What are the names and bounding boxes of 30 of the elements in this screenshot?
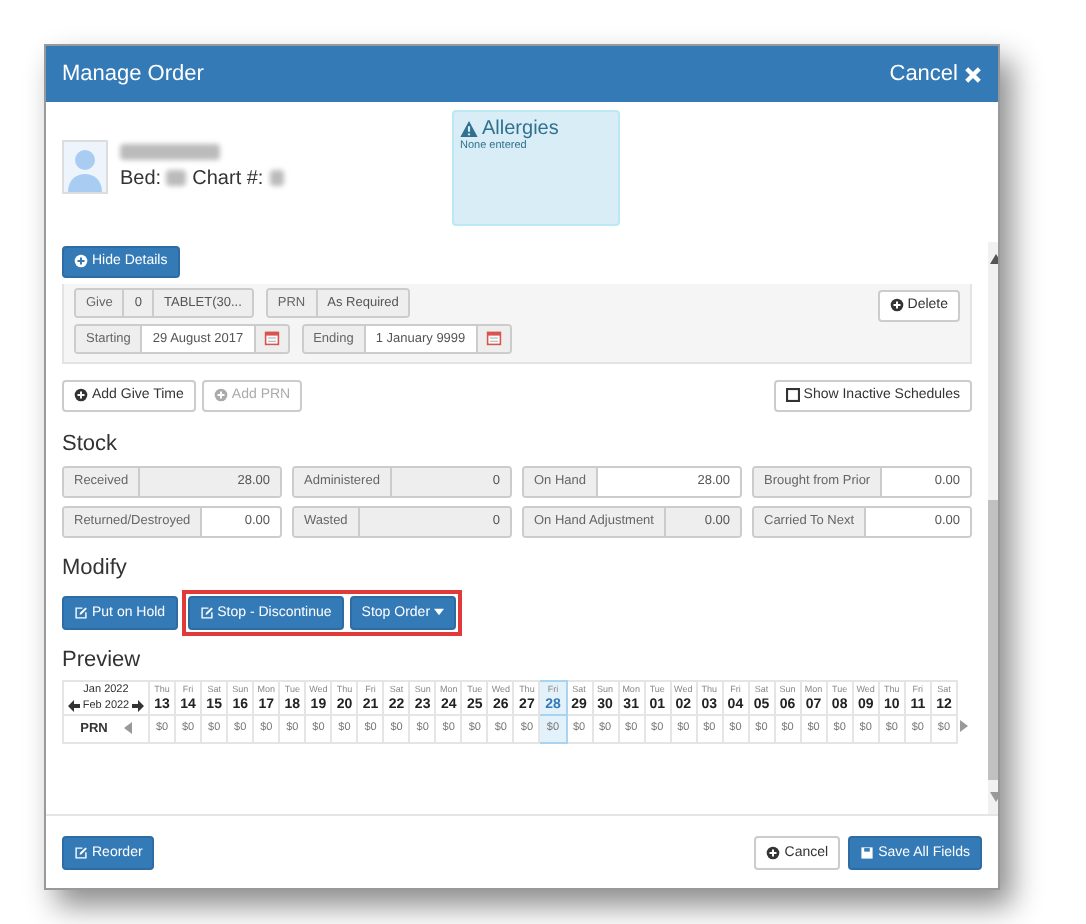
dialog-title: Manage Order: [62, 62, 204, 86]
calendar-icon: [263, 330, 280, 346]
save-icon: [860, 845, 875, 859]
plus-circle-icon: [74, 254, 88, 268]
stock-heading: Stock: [62, 431, 120, 455]
next-icon[interactable]: [131, 699, 144, 711]
previous-icon[interactable]: [68, 699, 81, 711]
warning-icon: [460, 120, 478, 138]
redacted-bed: [166, 170, 187, 187]
chart-label: Chart #:: [192, 168, 264, 190]
modify-heading: Modify: [62, 555, 129, 579]
close-icon: [964, 65, 982, 83]
plus-circle-icon: [213, 388, 228, 402]
redacted-chart: [269, 170, 283, 187]
scroll-right-icon[interactable]: [960, 720, 969, 732]
edit-icon: [199, 605, 214, 619]
bed-label: Bed:: [120, 168, 162, 190]
allergies-title: Allergies: [482, 118, 559, 140]
scroll-left-icon[interactable]: [123, 722, 132, 734]
calendar-icon: [485, 330, 502, 346]
caret-icon: [434, 606, 445, 618]
avatar-icon: [62, 140, 108, 194]
plus-circle-icon: [766, 845, 781, 859]
redacted-name: [120, 144, 220, 161]
preview-heading: Preview: [62, 647, 143, 671]
plus-circle-icon: [74, 388, 88, 402]
cancel-link[interactable]: Cancel: [889, 62, 982, 86]
edit-icon: [74, 845, 88, 859]
edit-icon: [74, 605, 88, 619]
plus-circle-icon: [889, 298, 904, 312]
